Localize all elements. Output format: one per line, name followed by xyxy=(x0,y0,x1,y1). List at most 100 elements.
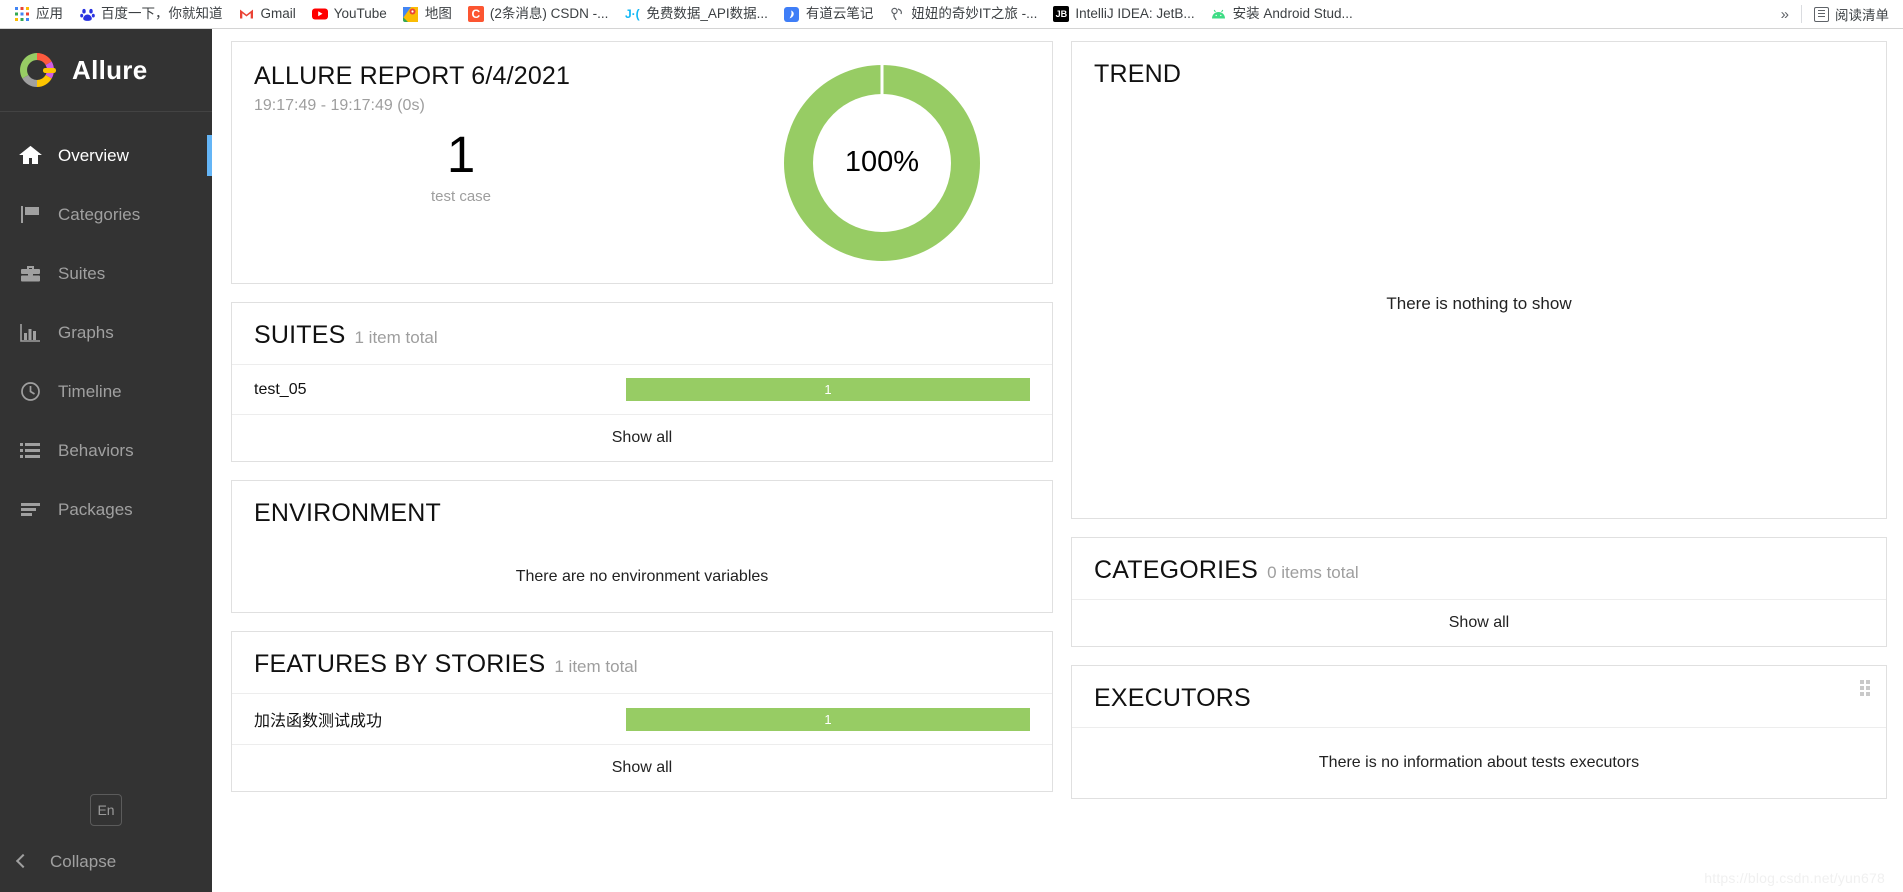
suites-widget: SUITES 1 item total test_05 1 Show all xyxy=(231,302,1053,462)
sidebar-item-overview[interactable]: Overview xyxy=(0,126,212,185)
test-case-count: 1 xyxy=(446,126,476,183)
sidebar-item-label: Packages xyxy=(58,499,133,519)
layers-icon xyxy=(18,498,42,522)
bar-chart-icon xyxy=(18,321,42,345)
csdn-icon: C xyxy=(467,6,484,22)
drag-handle-icon[interactable] xyxy=(1860,680,1872,696)
bookmark-label: 地图 xyxy=(424,6,452,21)
bookmark-intellij-idea[interactable]: JB IntelliJ IDEA: JetB... xyxy=(1045,3,1202,25)
brand-header[interactable]: Allure xyxy=(0,29,212,112)
bookmark-baidu[interactable]: 百度一下，你就知道 xyxy=(71,3,231,25)
reading-list-button[interactable]: 阅读清单 xyxy=(1806,1,1897,27)
feature-name: 加法函数测试成功 xyxy=(254,713,383,730)
bookmark-label: 免费数据_API数据... xyxy=(646,6,768,21)
sidebar-item-label: Categories xyxy=(58,204,141,224)
toolbar-divider xyxy=(1801,5,1802,23)
status-donut-chart[interactable]: 100% xyxy=(784,64,980,261)
donut-gap xyxy=(880,64,884,96)
allure-logo-icon xyxy=(16,49,58,91)
youtube-icon xyxy=(311,6,328,22)
reading-list-label: 阅读清单 xyxy=(1835,8,1889,23)
categories-subtitle: 0 items total xyxy=(1267,563,1359,582)
trend-header: TREND xyxy=(1072,42,1886,103)
bookmark-youdao-note[interactable]: 有道云笔记 xyxy=(776,3,882,25)
summary-chart-area: 100% xyxy=(712,42,1052,283)
sidebar-item-label: Suites xyxy=(58,263,106,283)
bookmark-label: 安装 Android Stud... xyxy=(1232,6,1353,21)
sidebar-item-suites[interactable]: Suites xyxy=(0,244,212,303)
sidebar-item-graphs[interactable]: Graphs xyxy=(0,303,212,362)
android-icon xyxy=(1211,6,1227,22)
bookmark-juhe-data[interactable]: J·( 免费数据_API数据... xyxy=(616,3,776,25)
features-show-all-link[interactable]: Show all xyxy=(232,744,1052,791)
page-watermark: https://blog.csdn.net/yun678 xyxy=(1704,870,1885,886)
features-title: FEATURES BY STORIES xyxy=(254,650,546,678)
bookmark-apps[interactable]: 应用 xyxy=(6,3,71,25)
suites-subtitle: 1 item total xyxy=(354,328,438,347)
bookmark-youtube[interactable]: YouTube xyxy=(304,3,395,25)
collapse-sidebar-button[interactable]: Collapse xyxy=(0,840,212,884)
bookmark-csdn[interactable]: C (2条消息) CSDN -... xyxy=(460,3,617,25)
features-by-stories-widget: FEATURES BY STORIES 1 item total 加法函数测试成… xyxy=(231,631,1053,792)
clock-icon xyxy=(18,380,42,404)
categories-show-all-link[interactable]: Show all xyxy=(1072,599,1886,646)
features-subtitle: 1 item total xyxy=(554,657,638,676)
bookmark-label: Gmail xyxy=(260,6,296,21)
table-row[interactable]: test_05 1 xyxy=(232,364,1052,414)
language-switch-button[interactable]: En xyxy=(90,794,122,826)
bookmark-google-maps[interactable]: 地图 xyxy=(395,3,460,25)
executors-header: EXECUTORS xyxy=(1072,666,1886,727)
bookmark-label: YouTube xyxy=(333,6,387,21)
bookmark-android-studio[interactable]: 安装 Android Stud... xyxy=(1203,3,1361,25)
status-bar-passed[interactable]: 1 xyxy=(626,378,1030,401)
person-icon xyxy=(889,6,905,22)
baidu-icon xyxy=(79,6,95,22)
test-case-count-label: test case xyxy=(430,188,492,205)
summary-info: ALLURE REPORT 6/4/2021 19:17:49 - 19:17:… xyxy=(232,42,712,283)
flag-icon xyxy=(18,203,42,227)
sidebar-item-timeline[interactable]: Timeline xyxy=(0,362,212,421)
bookmark-label: 妞妞的奇妙IT之旅 -... xyxy=(911,6,1038,21)
suite-bar-wrap: 1 xyxy=(586,378,1030,401)
apps-grid-icon xyxy=(14,6,30,22)
sidebar-footer: En Collapse xyxy=(0,794,212,892)
allure-report-app: Allure Overview Categories Suites Graphs… xyxy=(0,29,1903,892)
browser-bookmarks-bar: 应用 百度一下，你就知道 Gmail YouTube 地图 C (2条消息) C… xyxy=(0,0,1903,29)
suites-show-all-link[interactable]: Show all xyxy=(232,414,1052,461)
sidebar-item-label: Overview xyxy=(58,145,129,165)
bookmark-label: IntelliJ IDEA: JetB... xyxy=(1075,6,1195,21)
suites-title: SUITES xyxy=(254,321,346,349)
sidebar-item-behaviors[interactable]: Behaviors xyxy=(0,421,212,480)
trend-title: TREND xyxy=(1094,60,1182,88)
bookmarks-overflow-button[interactable]: » xyxy=(1773,4,1797,25)
jetbrains-icon: JB xyxy=(1053,6,1070,22)
suite-name: test_05 xyxy=(254,380,307,398)
donut-center: 100% xyxy=(813,93,951,232)
environment-title: ENVIRONMENT xyxy=(254,499,441,527)
sidebar-item-packages[interactable]: Packages xyxy=(0,480,212,539)
sidebar-item-categories[interactable]: Categories xyxy=(0,185,212,244)
sidebar-item-label: Timeline xyxy=(58,381,122,401)
table-row[interactable]: 加法函数测试成功 1 xyxy=(232,693,1052,744)
bookmark-gmail[interactable]: Gmail xyxy=(231,3,304,25)
executors-title: EXECUTORS xyxy=(1094,684,1251,712)
sidebar-item-label: Behaviors xyxy=(58,440,134,460)
gmail-icon xyxy=(239,6,255,22)
sidebar-nav: Overview Categories Suites Graphs Timeli… xyxy=(0,112,212,539)
suites-header: SUITES 1 item total xyxy=(232,303,1052,364)
trend-empty-text: There is nothing to show xyxy=(1386,293,1572,313)
bookmark-label: (2条消息) CSDN -... xyxy=(489,6,609,21)
status-bar-passed[interactable]: 1 xyxy=(626,707,1030,731)
executors-empty-text: There is no information about tests exec… xyxy=(1072,727,1886,798)
categories-widget: CATEGORIES 0 items total Show all xyxy=(1071,537,1887,647)
report-time-range: 19:17:49 - 19:17:49 (0s) xyxy=(254,97,425,114)
sidebar: Allure Overview Categories Suites Graphs… xyxy=(0,29,212,892)
categories-title: CATEGORIES xyxy=(1094,556,1259,584)
trend-widget: TREND There is nothing to show xyxy=(1071,41,1887,519)
environment-header: ENVIRONMENT xyxy=(232,481,1052,542)
environment-widget: ENVIRONMENT There are no environment var… xyxy=(231,480,1053,613)
overview-right-column: TREND There is nothing to show CATEGORIE… xyxy=(1071,41,1887,892)
environment-empty-text: There are no environment variables xyxy=(515,568,769,585)
bookmark-label: 应用 xyxy=(36,6,63,21)
bookmark-blog-personal[interactable]: 妞妞的奇妙IT之旅 -... xyxy=(881,3,1045,25)
